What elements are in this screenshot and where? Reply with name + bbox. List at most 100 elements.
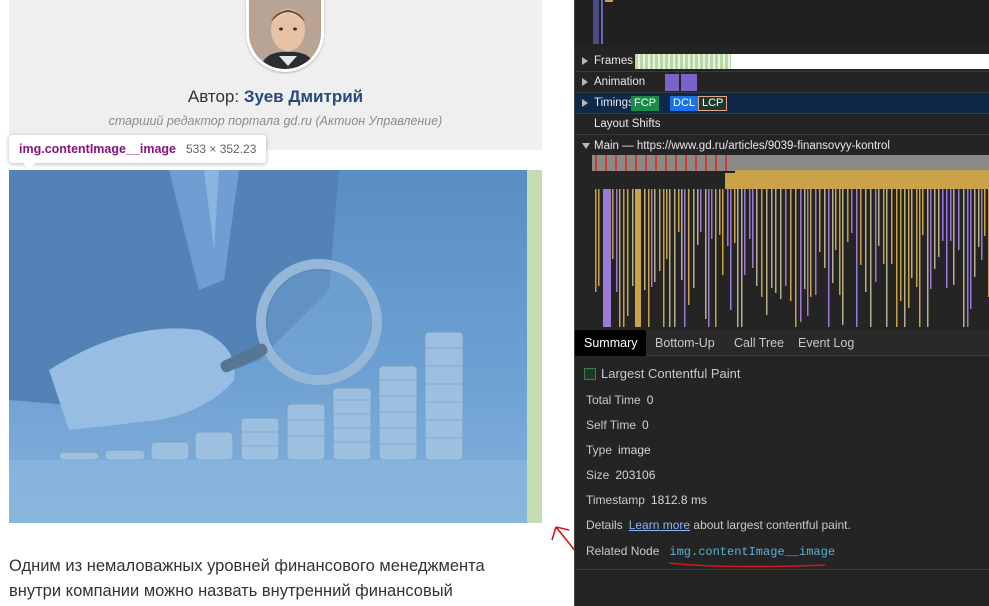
timing-mark-lcp[interactable]: LCP <box>698 96 728 111</box>
track-animation[interactable]: Animation <box>575 72 989 93</box>
track-frames-label: Frames <box>594 55 633 67</box>
author-prefix: Автор: <box>187 87 240 106</box>
overview-mark <box>605 0 613 2</box>
timing-mark-dcl[interactable]: DCL <box>670 96 699 111</box>
flame-call-stack <box>612 189 614 259</box>
article-page: Автор: Зуев Дмитрий старший редактор пор… <box>0 0 574 606</box>
flame-call-stack <box>963 189 965 327</box>
total-time-value: 0 <box>646 393 654 407</box>
tab-event-log[interactable]: Event Log <box>789 330 863 356</box>
track-layout-shifts[interactable]: Layout Shifts <box>575 114 989 135</box>
flame-call-stack <box>819 189 821 252</box>
flame-call-stack <box>938 189 940 257</box>
flame-call-stack <box>883 189 885 264</box>
summary-pane: Largest Contentful Paint Total Time 0 Sel… <box>575 357 989 606</box>
expand-arrow-icon[interactable] <box>582 57 588 65</box>
timestamp-label: Timestamp <box>586 493 645 507</box>
long-task-flag <box>675 155 677 171</box>
flame-chart-canvas <box>592 155 989 327</box>
long-task-flag <box>635 155 637 171</box>
flame-call-stack <box>870 189 872 327</box>
flame-call-stack <box>651 189 653 287</box>
element-margin-overlay <box>527 170 542 523</box>
author-card: Автор: Зуев Дмитрий старший редактор пор… <box>9 0 542 150</box>
summary-title-text: Largest Contentful Paint <box>601 366 741 381</box>
flame-call-stack <box>681 189 683 280</box>
tab-summary[interactable]: Summary <box>575 330 647 356</box>
long-task-flag <box>655 155 657 171</box>
details-text: about largest contentful paint. <box>693 518 851 532</box>
flame-call-stack <box>693 189 695 288</box>
summary-title: Largest Contentful Paint <box>584 366 740 381</box>
track-frames[interactable]: Frames <box>575 51 989 72</box>
flame-call-stack <box>734 189 736 243</box>
flame-call-stack <box>946 189 948 288</box>
flame-call-stack <box>648 189 650 327</box>
flame-call-stack <box>878 189 880 246</box>
flame-call-stack <box>705 189 707 319</box>
timing-mark-fcp[interactable]: FCP <box>631 96 659 111</box>
row-details: Details Learn more about largest contentf… <box>586 518 851 532</box>
expand-arrow-icon[interactable] <box>582 99 588 107</box>
flame-call-stack <box>659 189 661 271</box>
flame-call-stack <box>847 189 849 242</box>
lcp-color-swatch <box>584 367 596 380</box>
size-value: 203106 <box>615 468 656 482</box>
flame-call-stack <box>761 189 763 297</box>
collapse-arrow-icon[interactable] <box>582 142 590 149</box>
flame-call-stack <box>727 189 729 246</box>
flame-call-stack <box>711 189 713 239</box>
flame-call-stack <box>900 189 902 301</box>
flame-call-stack <box>886 189 888 327</box>
flame-call-stack <box>741 189 743 327</box>
flame-call-stack <box>616 189 618 292</box>
flame-call-stack <box>737 189 739 327</box>
flame-call-stack <box>807 189 809 316</box>
flame-call-stack <box>875 189 877 282</box>
frames-strip-busy <box>635 54 731 69</box>
total-time-label: Total Time <box>586 393 641 407</box>
flame-call-stack <box>654 189 656 282</box>
flame-call-stack <box>891 189 893 264</box>
flame-call-stack <box>908 189 910 308</box>
long-task-flag <box>685 155 687 171</box>
flame-call-stack <box>934 189 936 269</box>
tooltip-dimensions: 533 × 352.23 <box>186 142 257 156</box>
article-line-2: внутри компании можно назвать внутренний… <box>9 582 453 600</box>
flame-call-stack <box>824 189 826 268</box>
flame-call-stack <box>860 189 862 265</box>
flame-scripting-block <box>725 173 989 189</box>
author-line: Автор: Зуев Дмитрий <box>9 87 542 107</box>
main-flame-chart[interactable] <box>575 155 989 327</box>
tab-bottom-up[interactable]: Bottom-Up <box>646 330 724 356</box>
learn-more-link[interactable]: Learn more <box>629 518 690 532</box>
flame-call-stack <box>842 189 844 325</box>
flame-call-stack <box>771 189 773 288</box>
flame-task-row <box>592 155 989 171</box>
row-timestamp: Timestamp 1812.8 ms <box>586 493 707 507</box>
author-name-link[interactable]: Зуев Дмитрий <box>244 87 363 106</box>
flame-call-stack <box>942 189 944 241</box>
type-label: Type <box>586 443 613 457</box>
flame-call-stack <box>749 189 751 239</box>
flame-call-stack <box>697 189 699 245</box>
flame-call-stack <box>978 189 980 247</box>
size-label: Size <box>586 468 610 482</box>
expand-arrow-icon[interactable] <box>582 78 588 86</box>
flame-call-stack <box>722 189 724 275</box>
tab-call-tree[interactable]: Call Tree <box>725 330 793 356</box>
flame-call-stack <box>916 189 918 287</box>
track-main[interactable]: Main — https://www.gd.ru/articles/9039-f… <box>575 135 989 156</box>
track-layout-shifts-label: Layout Shifts <box>594 118 661 130</box>
flame-call-stack <box>896 189 898 327</box>
flame-call-stack <box>851 189 853 233</box>
flame-rendering-block <box>603 189 611 327</box>
tooltip-selector: img.contentImage__image <box>19 142 176 156</box>
flame-call-stack <box>619 189 621 327</box>
timeline-overview[interactable] <box>575 0 989 46</box>
track-timings[interactable]: Timings FCP DCL LCP <box>575 93 989 114</box>
details-tabs: Summary Bottom-Up Call Tree Event Log <box>575 330 989 356</box>
self-time-label: Self Time <box>586 418 637 432</box>
flame-call-stack <box>922 189 924 235</box>
flame-call-stack <box>930 189 932 289</box>
